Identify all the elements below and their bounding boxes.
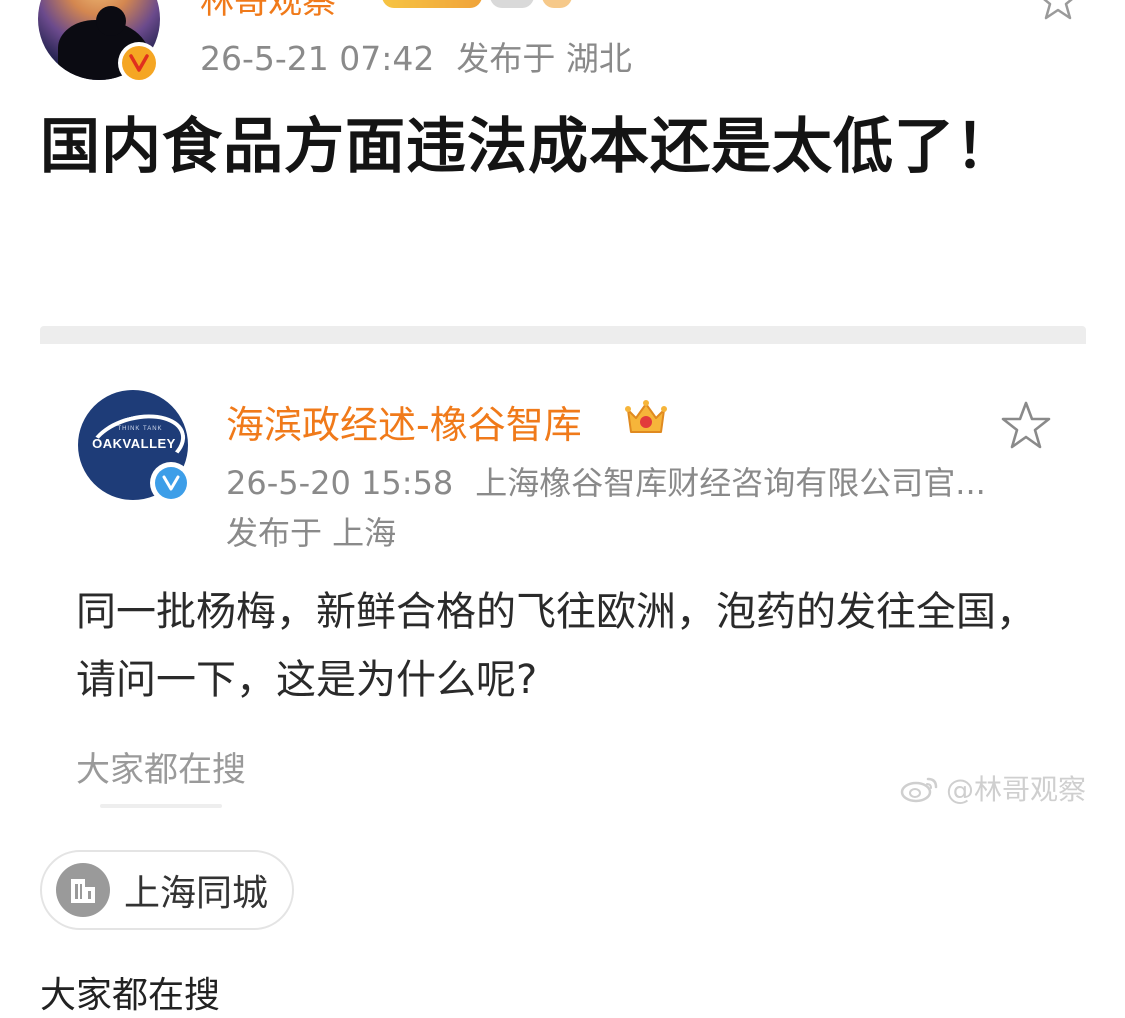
repost-body-text: 同一批杨梅，新鲜合格的飞往欧洲，泡药的发往全国，请问一下，这是为什么呢?: [76, 589, 1036, 703]
post-location: 发布于 湖北: [456, 39, 632, 78]
search-hint-label[interactable]: 大家都在搜: [76, 742, 246, 791]
weibo-logo-icon: [900, 777, 938, 803]
repost-location: 发布于 上海: [226, 514, 397, 552]
location-chip[interactable]: 上海同城: [40, 850, 294, 930]
post-timestamp: 26-5-21 07:42: [200, 39, 435, 78]
section-heading-partial: 大家都在搜: [40, 975, 221, 1016]
location-chip-label: 上海同城: [124, 873, 269, 914]
verified-badge-icon: [118, 42, 160, 84]
post-meta: 26-5-21 07:42 发布于 湖北: [200, 32, 632, 80]
repost-source: 上海橡谷智库财经咨询有限公司官...: [475, 464, 986, 502]
post-body-text: 国内食品方面违法成本还是太低了！: [40, 112, 1016, 182]
crown-icon: [625, 400, 667, 433]
favorite-star-icon[interactable]: [1000, 400, 1052, 450]
avatar-silhouette-head: [96, 6, 126, 36]
building-icon: [56, 863, 110, 917]
author-badges: [382, 0, 572, 10]
repost-timestamp: 26-5-20 15:58: [226, 464, 454, 502]
logo-subtitle: THINK TANK: [117, 426, 163, 432]
repost-meta: 26-5-20 15:58 上海橡谷智库财经咨询有限公司官...: [226, 458, 996, 504]
repost-author-name[interactable]: 海滨政经述-橡谷智库: [226, 394, 582, 449]
verified-badge-icon: [150, 462, 192, 504]
membership-badge-icon: [382, 0, 482, 8]
medal-badge-icon: [542, 0, 572, 8]
author-name[interactable]: 林哥观察: [200, 0, 336, 23]
card-divider: [100, 804, 222, 808]
logo-text: OAKVALLEY: [92, 436, 176, 451]
watermark-text: @林哥观察: [946, 773, 1087, 806]
favorite-star-icon[interactable]: [1038, 0, 1078, 20]
watermark: @林哥观察: [900, 768, 1086, 808]
level-badge-icon: [490, 0, 534, 8]
